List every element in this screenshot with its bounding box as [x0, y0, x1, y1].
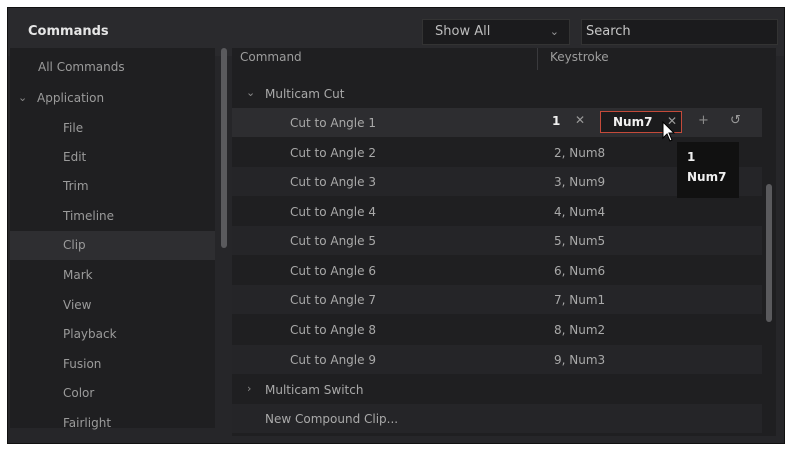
chevron-down-icon: ⌄ [549, 25, 559, 38]
sidebar-item-label: File [63, 121, 84, 135]
command-name: Cut to Angle 3 [290, 175, 376, 189]
show-filter-value: Show All [435, 24, 491, 39]
keystroke-value: 5, Num5 [554, 234, 606, 248]
reset-icon[interactable]: ↺ [730, 113, 741, 128]
table-row-editing[interactable]: Cut to Angle 1 1 ✕ Num7 ✕ + ↺ [232, 108, 762, 137]
group-label: Multicam Switch [265, 383, 364, 397]
table-row[interactable]: Cut to Angle 6 6, Num6 [232, 256, 762, 285]
command-category-sidebar: All Commands ⌄ Application File Edit Tri… [10, 48, 215, 430]
sidebar-item-label: Application [37, 91, 105, 105]
command-name: Cut to Angle 6 [290, 264, 376, 278]
sidebar-item-color[interactable]: Color [10, 379, 215, 408]
column-divider[interactable] [537, 48, 538, 70]
keystroke-value: 7, Num1 [554, 293, 606, 307]
table-row[interactable]: Cut to Angle 7 7, Num1 [232, 285, 762, 314]
column-header-command[interactable]: Command [240, 50, 302, 64]
search-input[interactable]: Search [581, 19, 778, 45]
sidebar-item-label: Edit [63, 150, 87, 164]
plus-icon[interactable]: + [698, 113, 709, 128]
sidebar-item-label: Mark [63, 268, 93, 282]
sidebar-item-clip[interactable]: Clip [10, 231, 215, 260]
column-header-keystroke[interactable]: Keystroke [550, 50, 609, 64]
command-name: Cut to Angle 5 [290, 234, 376, 248]
keystroke-value: 4, Num4 [554, 205, 606, 219]
table-header: Command Keystroke [232, 48, 762, 70]
table-row[interactable]: Cut to Angle 5 5, Num5 [232, 226, 762, 255]
sidebar-item-label: Fairlight [63, 416, 112, 430]
sidebar-item-label: All Commands [38, 60, 125, 74]
chevron-down-icon[interactable]: ⌄ [18, 91, 27, 104]
show-filter-dropdown[interactable]: Show All ⌄ [422, 19, 570, 45]
close-icon[interactable]: ✕ [575, 113, 585, 127]
sidebar-item-application[interactable]: ⌄ Application [10, 84, 215, 113]
keystroke-value: 6, Num6 [554, 264, 606, 278]
table-scrollbar[interactable] [766, 184, 772, 322]
chevron-right-icon[interactable]: › [247, 382, 251, 395]
keystroke-value: 3, Num9 [554, 175, 606, 189]
group-label: Multicam Cut [265, 87, 345, 101]
command-name: Cut to Angle 7 [290, 293, 376, 307]
sidebar-item-mark[interactable]: Mark [10, 261, 215, 290]
command-name: Cut to Angle 8 [290, 323, 376, 337]
command-name: New Compound Clip... [265, 412, 399, 426]
sidebar-item-all-commands[interactable]: All Commands [10, 53, 215, 82]
sidebar-item-fairlight[interactable]: Fairlight [10, 409, 215, 438]
group-row-multicam-cut[interactable]: ⌄ Multicam Cut [232, 79, 762, 108]
sidebar-item-view[interactable]: View [10, 291, 215, 320]
sidebar-item-label: Playback [63, 327, 117, 341]
keystroke-chip[interactable]: 1 [552, 114, 560, 128]
tooltip-line: Num7 [687, 170, 727, 184]
keystroke-value: 9, Num3 [554, 353, 606, 367]
sidebar-item-timeline[interactable]: Timeline [10, 202, 215, 231]
chevron-down-icon[interactable]: ⌄ [246, 86, 255, 99]
table-row[interactable]: Cut to Angle 4 4, Num4 [232, 197, 762, 226]
table-row[interactable]: New Compound Clip... [232, 404, 762, 433]
command-name: Cut to Angle 9 [290, 353, 376, 367]
keystroke-value: 8, Num2 [554, 323, 606, 337]
keystroke-tooltip: 1 Num7 [677, 142, 739, 198]
sidebar-scrollbar[interactable] [221, 48, 227, 248]
sidebar-item-label: View [63, 298, 92, 312]
keystroke-value: Num7 [613, 115, 653, 129]
group-row-multicam-switch[interactable]: › Multicam Switch [232, 375, 762, 404]
table-row[interactable]: Cut to Angle 8 8, Num2 [232, 315, 762, 344]
panel-title: Commands [28, 24, 109, 39]
sidebar-item-fusion[interactable]: Fusion [10, 350, 215, 379]
command-name: Cut to Angle 4 [290, 205, 376, 219]
command-name: Cut to Angle 1 [290, 116, 376, 130]
sidebar-item-playback[interactable]: Playback [10, 320, 215, 349]
sidebar-item-label: Fusion [63, 357, 102, 371]
sidebar-item-edit[interactable]: Edit [10, 143, 215, 172]
table-row[interactable]: Cut to Angle 9 9, Num3 [232, 345, 762, 374]
mouse-cursor-icon [662, 121, 676, 142]
sidebar-item-label: Trim [63, 179, 89, 193]
tooltip-line: 1 [687, 150, 696, 164]
sidebar-item-label: Color [63, 386, 95, 400]
sidebar-item-file[interactable]: File [10, 114, 215, 143]
keystroke-value: 2, Num8 [554, 146, 606, 160]
sidebar-item-trim[interactable]: Trim [10, 172, 215, 201]
command-name: Cut to Angle 2 [290, 146, 376, 160]
sidebar-item-label: Clip [63, 238, 86, 252]
sidebar-item-label: Timeline [63, 209, 115, 223]
